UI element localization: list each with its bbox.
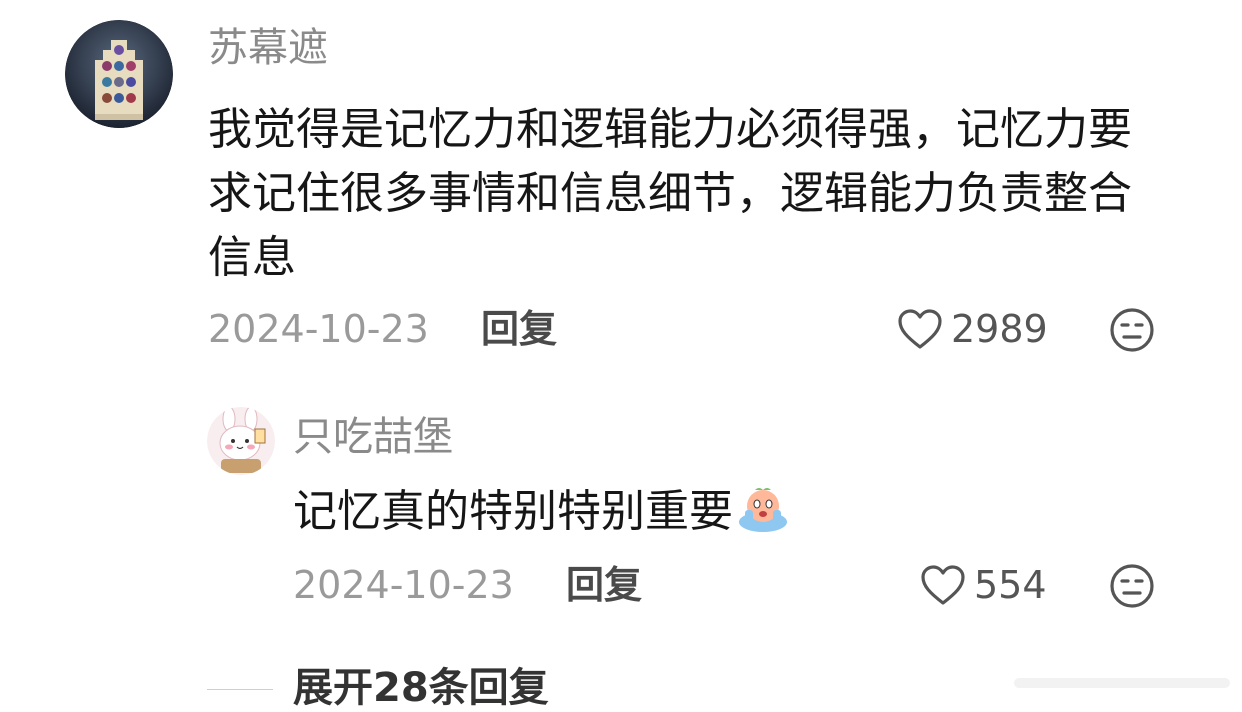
dislike-button[interactable] [1109,307,1155,357]
dislike-button[interactable] [1109,563,1155,613]
watermark-icon [1014,678,1230,688]
cartoon-bunny-avatar-icon [207,407,275,475]
comment-text: 我觉得是记忆力和逻辑能力必须得强，记忆力要求记住很多事情和信息细节，逻辑能力负责… [208,104,1132,283]
reply-button[interactable]: 回复 [481,306,557,352]
avatar[interactable] [65,20,173,128]
expand-divider [207,689,273,690]
neutral-face-icon [1110,564,1154,608]
username[interactable]: 苏幕遮 [208,24,328,72]
heart-outline-icon [921,565,965,605]
neutral-face-icon [1110,308,1154,352]
avatar[interactable] [207,407,275,475]
like-button[interactable]: 554 [920,562,1047,608]
crying-face-emoji-icon [739,488,787,532]
username[interactable]: 只吃喆堡 [293,413,453,461]
stained-glass-building-avatar-icon [65,20,173,128]
comment-date: 2024-10-23 [293,563,514,607]
like-count: 2989 [951,307,1048,351]
comment-text-content: 记忆真的特别特别重要 [293,486,733,537]
comment-text: 记忆真的特别特别重要 [293,480,1093,544]
expand-replies-button[interactable]: 展开28条回复 [293,664,549,712]
like-button[interactable]: 2989 [897,306,1048,352]
comment-date: 2024-10-23 [208,307,429,351]
heart-outline-icon [898,309,942,349]
reply-button[interactable]: 回复 [566,562,642,608]
like-count: 554 [974,563,1047,607]
